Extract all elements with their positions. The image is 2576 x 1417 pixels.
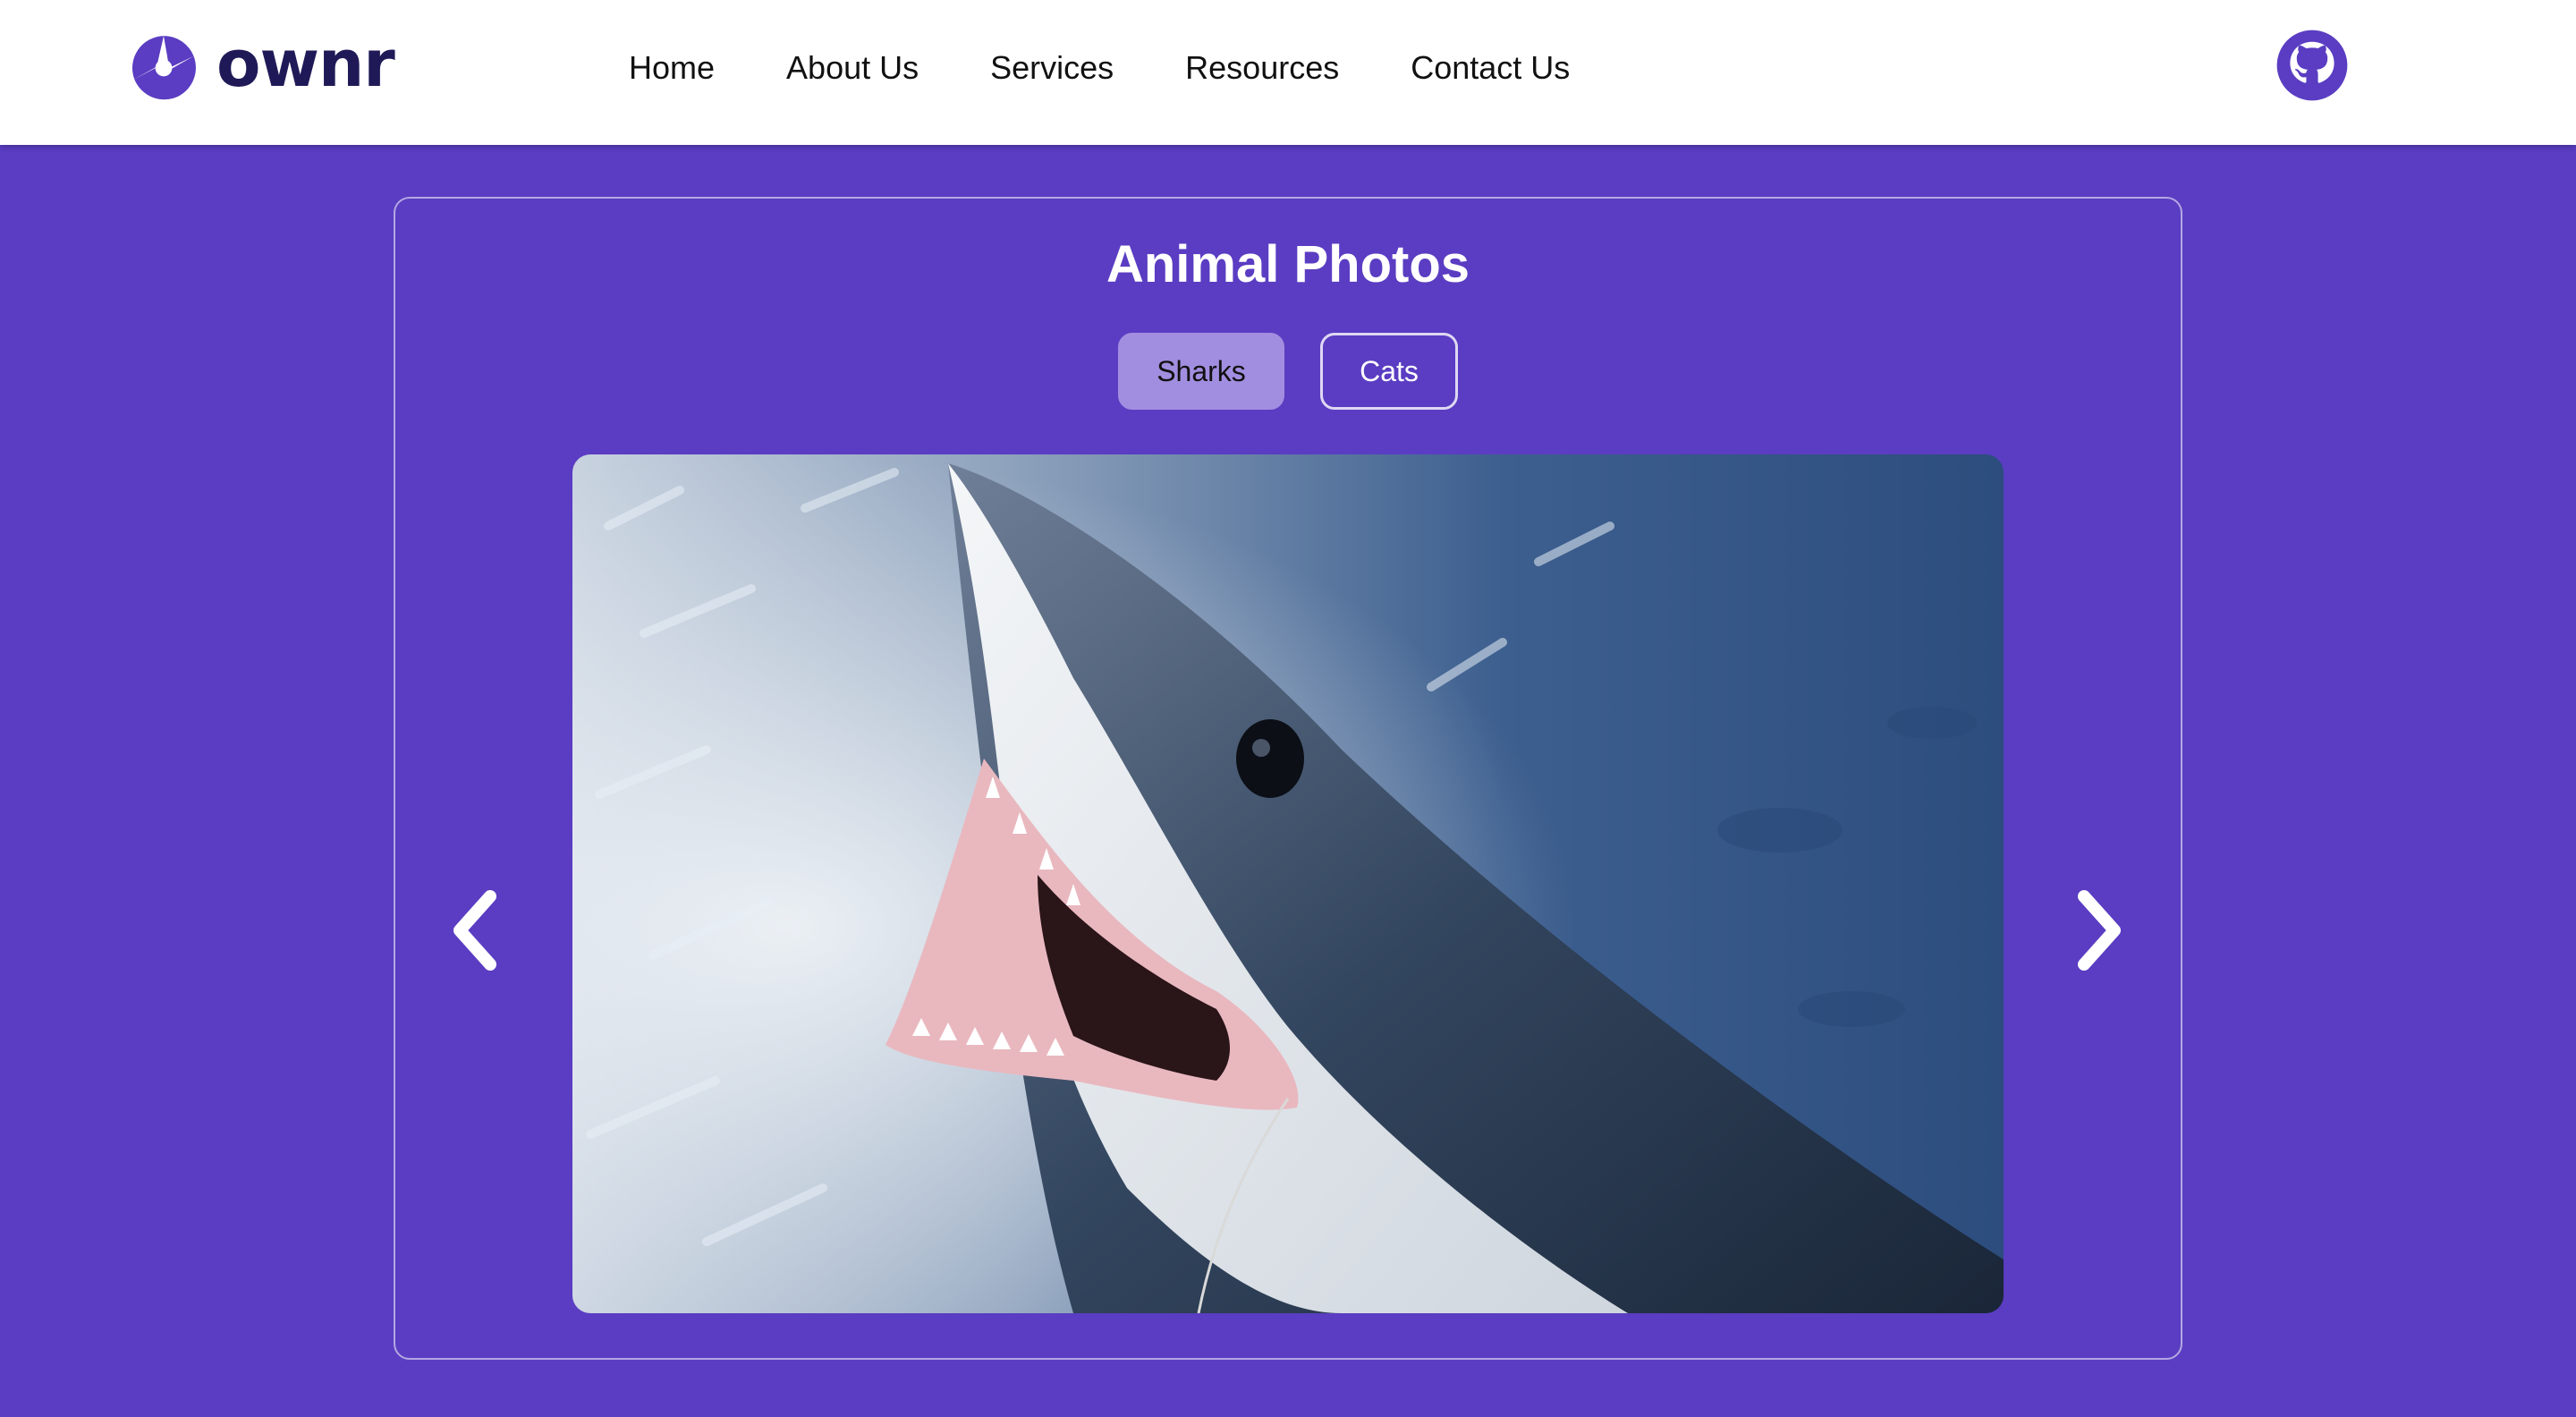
github-icon	[2276, 30, 2348, 101]
tab-sharks[interactable]: Sharks	[1118, 333, 1284, 410]
nav-about-us[interactable]: About Us	[786, 49, 919, 87]
nav-home[interactable]: Home	[629, 49, 715, 87]
logo[interactable]: ownr	[129, 26, 395, 104]
chevron-left-icon[interactable]	[440, 886, 512, 975]
nav-contact-us[interactable]: Contact Us	[1411, 49, 1570, 87]
page-title: Animal Photos	[1106, 235, 1470, 293]
main-nav: Home About Us Services Resources Contact…	[629, 45, 1641, 91]
tab-cats[interactable]: Cats	[1320, 333, 1458, 410]
nav-resources[interactable]: Resources	[1185, 49, 1339, 87]
aperture-icon	[131, 36, 196, 100]
nav-services[interactable]: Services	[990, 49, 1114, 87]
brand-name: ownr	[216, 26, 395, 101]
category-tabs: Sharks Cats	[0, 333, 2576, 410]
site-header: ownr Home About Us Services Resources Co…	[0, 0, 2576, 145]
github-link[interactable]	[2275, 29, 2349, 102]
chevron-right-icon[interactable]	[2063, 886, 2134, 975]
shark-photo	[572, 454, 2004, 1313]
